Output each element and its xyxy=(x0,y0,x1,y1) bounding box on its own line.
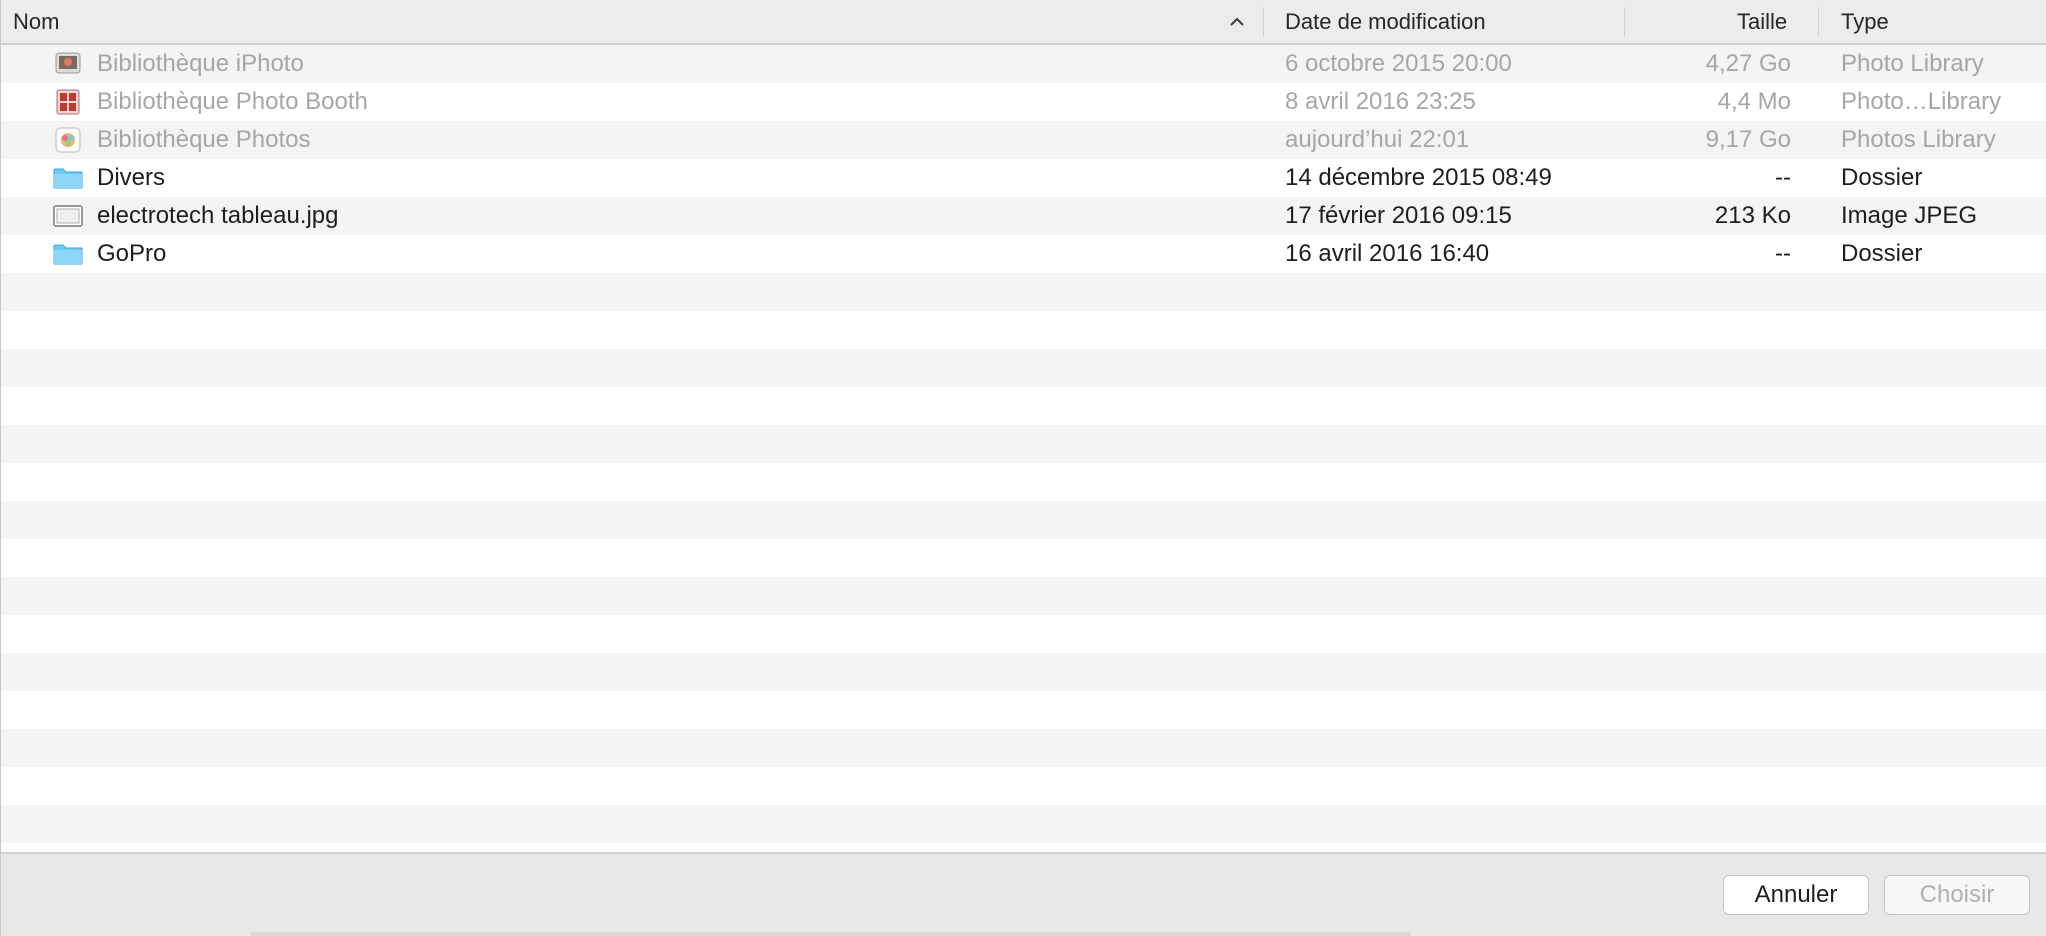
file-row[interactable]: Divers 14 décembre 2015 08:49 -- Dossier xyxy=(1,159,2046,197)
file-size: -- xyxy=(1775,164,1791,191)
column-header-size[interactable]: Taille xyxy=(1737,0,1787,43)
file-type: Dossier xyxy=(1841,240,1923,267)
column-separator[interactable] xyxy=(1263,7,1264,37)
column-separator[interactable] xyxy=(1818,7,1819,37)
iphoto-library-icon xyxy=(53,51,83,77)
file-name: Bibliothèque Photos xyxy=(97,126,311,153)
file-size: 9,17 Go xyxy=(1705,126,1791,153)
window-bottom-edge xyxy=(251,932,1411,936)
file-row[interactable]: GoPro 16 avril 2016 16:40 -- Dossier xyxy=(1,235,2046,273)
file-size: -- xyxy=(1775,240,1791,267)
file-type: Image JPEG xyxy=(1841,202,1978,229)
folder-icon xyxy=(53,241,83,267)
empty-row xyxy=(1,577,2046,615)
file-name: electrotech tableau.jpg xyxy=(97,202,339,229)
empty-row xyxy=(1,539,2046,577)
empty-row xyxy=(1,729,2046,767)
file-name: GoPro xyxy=(97,240,167,267)
file-row[interactable]: Bibliothèque iPhoto 6 octobre 2015 20:00… xyxy=(1,45,2046,83)
file-size: 4,27 Go xyxy=(1705,50,1791,77)
empty-row xyxy=(1,501,2046,539)
file-type: Photos Library xyxy=(1841,126,1996,153)
column-header-bar: Nom Date de modification Taille Type xyxy=(1,0,2046,45)
file-type: Photo…Library xyxy=(1841,88,2002,115)
file-type: Dossier xyxy=(1841,164,1923,191)
file-chooser-dialog: Nom Date de modification Taille Type Bib… xyxy=(0,0,2046,936)
file-name: Bibliothèque iPhoto xyxy=(97,50,304,77)
empty-row xyxy=(1,615,2046,653)
column-header-name[interactable]: Nom xyxy=(13,0,59,43)
file-date: 16 avril 2016 16:40 xyxy=(1285,240,1490,267)
empty-row xyxy=(1,387,2046,425)
file-date: 14 décembre 2015 08:49 xyxy=(1285,164,1552,191)
empty-row xyxy=(1,349,2046,387)
photo-booth-library-icon xyxy=(53,89,83,115)
empty-row xyxy=(1,311,2046,349)
file-date: aujourd’hui 22:01 xyxy=(1285,126,1470,153)
dialog-footer: Annuler Choisir xyxy=(1,852,2046,936)
folder-icon xyxy=(53,165,83,191)
empty-row xyxy=(1,691,2046,729)
file-date: 17 février 2016 09:15 xyxy=(1285,202,1512,229)
photos-library-icon xyxy=(53,127,83,153)
empty-row xyxy=(1,653,2046,691)
choose-button[interactable]: Choisir xyxy=(1884,875,2030,915)
empty-row xyxy=(1,767,2046,805)
jpeg-file-icon xyxy=(53,203,83,229)
file-type: Photo Library xyxy=(1841,50,1984,77)
empty-row xyxy=(1,273,2046,311)
file-name: Divers xyxy=(97,164,166,191)
empty-row xyxy=(1,463,2046,501)
file-date: 6 octobre 2015 20:00 xyxy=(1285,50,1512,77)
column-separator[interactable] xyxy=(1624,7,1625,37)
file-row[interactable]: Bibliothèque Photo Booth 8 avril 2016 23… xyxy=(1,83,2046,121)
file-row[interactable]: Bibliothèque Photos aujourd’hui 22:01 9,… xyxy=(1,121,2046,159)
file-name: Bibliothèque Photo Booth xyxy=(97,88,368,115)
sort-ascending-icon[interactable] xyxy=(1229,14,1245,30)
file-row[interactable]: electrotech tableau.jpg 17 février 2016 … xyxy=(1,197,2046,235)
file-size: 213 Ko xyxy=(1714,202,1791,229)
column-header-type[interactable]: Type xyxy=(1841,0,1889,43)
file-list[interactable]: Bibliothèque iPhoto 6 octobre 2015 20:00… xyxy=(1,45,2046,852)
empty-row xyxy=(1,425,2046,463)
column-header-date[interactable]: Date de modification xyxy=(1285,0,1486,43)
cancel-button[interactable]: Annuler xyxy=(1723,875,1869,915)
file-size: 4,4 Mo xyxy=(1717,88,1791,115)
empty-row xyxy=(1,805,2046,843)
file-date: 8 avril 2016 23:25 xyxy=(1285,88,1476,115)
